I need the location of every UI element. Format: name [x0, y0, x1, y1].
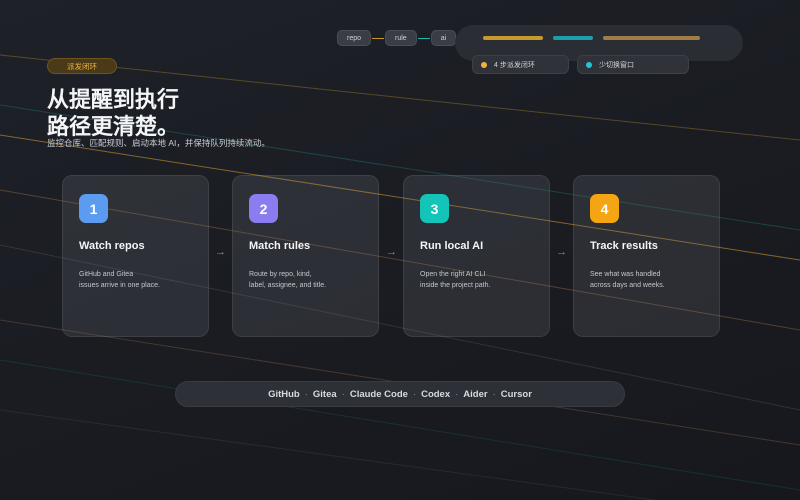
integration-gitea: Gitea	[312, 388, 337, 400]
progress-bar-1	[483, 36, 543, 40]
step-title: Run local AI	[420, 240, 484, 252]
step-description-line: issues arrive in one place.	[79, 282, 160, 289]
separator: ·	[492, 388, 496, 400]
step-card-track-results: 4 Track results See what was handled acr…	[573, 175, 720, 337]
integration-aider: Aider	[463, 388, 488, 400]
step-description-line: inside the project path.	[420, 282, 491, 289]
step-description: See what was handled across days and wee…	[590, 269, 710, 291]
chip-label: 少切换窗口	[599, 61, 634, 69]
step-number-badge: 4	[590, 194, 619, 223]
integration-github: GitHub	[268, 388, 300, 400]
step-description: Route by repo, kind, label, assignee, an…	[249, 269, 369, 291]
step-title: Match rules	[249, 240, 311, 252]
step-title: Track results	[590, 240, 658, 252]
amber-dot-icon	[481, 61, 487, 68]
separator: ·	[455, 388, 459, 400]
step-number-badge: 1	[79, 194, 108, 223]
step-description-line: GitHub and Gitea	[79, 271, 134, 278]
step-description-line: label, assignee, and title.	[249, 282, 327, 289]
progress-bar-2	[553, 36, 593, 40]
step-card-run-local-ai: 3 Run local AI Open the right AI CLI ins…	[403, 175, 550, 337]
flow-connector	[372, 37, 385, 39]
integrations-bar: GitHub · Gitea · Claude Code · Codex · A…	[175, 381, 625, 407]
flow-node-ai: ai	[430, 30, 457, 46]
integration-claude-code: Claude Code	[349, 388, 408, 400]
flow-connector	[417, 37, 430, 39]
step-description: Open the right AI CLI inside the project…	[420, 269, 540, 291]
arrow-right-icon: →	[386, 246, 397, 258]
integration-cursor: Cursor	[500, 388, 532, 400]
step-card-match-rules: 2 Match rules Route by repo, kind, label…	[232, 175, 379, 337]
arrow-right-icon: →	[215, 246, 226, 258]
step-number-badge: 2	[249, 194, 278, 223]
page-subtitle: 监控仓库、匹配规则、启动本地 AI，并保持队列持续流动。	[47, 138, 270, 148]
chip-fewer-switches: 少切换窗口	[577, 55, 689, 74]
chip-dispatch-loop: 4 步派发闭环	[472, 55, 569, 74]
cyan-dot-icon	[586, 61, 592, 68]
flow-node-repo: repo	[337, 30, 372, 46]
chip-label: 4 步派发闭环	[494, 61, 535, 69]
step-number-badge: 3	[420, 194, 449, 223]
flow-node-rule: rule	[385, 30, 417, 46]
page-title-line-2: 路径更清楚。	[47, 114, 180, 139]
step-description: GitHub and Gitea issues arrive in one pl…	[79, 269, 199, 291]
separator: ·	[304, 388, 308, 400]
step-description-line: Open the right AI CLI	[420, 271, 486, 278]
section-tag: 派发闭环	[47, 58, 117, 74]
integration-codex: Codex	[421, 388, 451, 400]
page-title: 从提醒到执行 路径更清楚。	[47, 86, 347, 140]
step-description-line: See what was handled	[590, 271, 661, 278]
step-description-line: Route by repo, kind,	[249, 271, 312, 278]
step-title: Watch repos	[79, 240, 145, 252]
arrow-right-icon: →	[556, 246, 567, 258]
page-title-line-1: 从提醒到执行	[47, 87, 180, 112]
separator: ·	[341, 388, 345, 400]
pipeline-flow: repo rule ai	[337, 30, 457, 46]
step-description-line: across days and weeks.	[590, 282, 665, 289]
step-card-watch-repos: 1 Watch repos GitHub and Gitea issues ar…	[62, 175, 209, 337]
separator: ·	[412, 388, 417, 400]
progress-bar-3	[603, 36, 700, 40]
